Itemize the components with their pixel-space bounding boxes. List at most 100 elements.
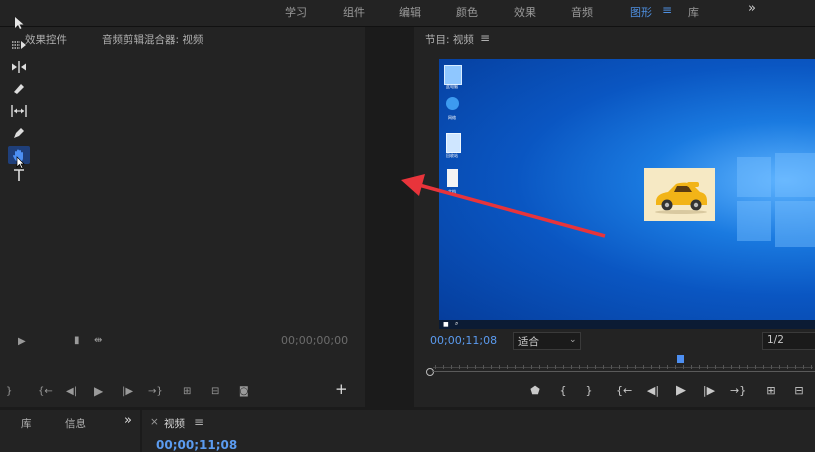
program-title[interactable]: 节目: 视频 <box>425 32 474 47</box>
program-time-ruler[interactable] <box>425 359 815 369</box>
ruler-tick <box>523 365 524 369</box>
tab-effect-controls[interactable]: 效果控件 <box>25 32 67 47</box>
track-select-tool-icon[interactable] <box>8 36 30 54</box>
ruler-tick <box>651 365 652 369</box>
workspace-tab-graphics[interactable]: 图形 <box>630 4 652 20</box>
ripple-edit-tool-icon[interactable] <box>8 58 30 76</box>
car-image[interactable] <box>644 168 715 221</box>
timeline-menu-icon[interactable]: ≡ <box>194 415 204 429</box>
workspace-tab-audio[interactable]: 音频 <box>571 4 593 20</box>
ruler-tick <box>675 365 676 369</box>
workspace-tab-color[interactable]: 颜色 <box>456 4 478 20</box>
go-to-in-icon[interactable]: {← <box>616 384 632 398</box>
ruler-tick <box>443 365 444 369</box>
program-timecode[interactable]: 00;00;11;08 <box>430 334 497 347</box>
ruler-tick <box>643 365 644 369</box>
start-icon[interactable]: ■ <box>443 321 449 328</box>
timeline-sequence-tab[interactable]: 视频 <box>164 416 185 431</box>
fit-dropdown-value: 适合 <box>518 336 539 348</box>
workspace-tab-editing[interactable]: 编辑 <box>399 4 421 20</box>
ruler-tick <box>779 365 780 369</box>
ruler-tick <box>627 365 628 369</box>
workspace-tab-assembly[interactable]: 组件 <box>343 4 365 20</box>
program-menu-icon[interactable]: ≡ <box>480 31 490 45</box>
ruler-tick <box>763 365 764 369</box>
tab-audio-clip-mixer[interactable]: 音频剪辑混合器: 视频 <box>102 32 203 47</box>
network-icon[interactable] <box>446 97 459 110</box>
windows-logo-pane <box>775 153 815 197</box>
source-panel: 效果控件 音频剪辑混合器: 视频 00;00;00;00 ▶ ▮ ⇹ } {← … <box>0 27 365 407</box>
search-icon[interactable]: ⌕ <box>455 320 458 328</box>
panel-more-icon[interactable]: » <box>124 413 132 428</box>
play-icon[interactable]: ▶ <box>94 385 103 397</box>
mark-in-icon[interactable]: { <box>556 384 570 398</box>
step-forward-icon[interactable]: |▶ <box>122 387 133 397</box>
selection-tool-icon[interactable] <box>8 14 30 32</box>
ruler-tick <box>555 365 556 369</box>
ruler-tick <box>787 365 788 369</box>
razor-tool-icon[interactable] <box>8 80 30 98</box>
this-pc-icon[interactable] <box>444 65 462 85</box>
playhead-marker[interactable] <box>677 355 684 363</box>
extract-icon[interactable]: ⊟ <box>792 384 806 398</box>
ruler-tick <box>547 365 548 369</box>
step-back-icon[interactable]: ◀| <box>66 387 77 397</box>
step-back-icon[interactable]: ◀| <box>646 384 660 398</box>
close-icon[interactable]: × <box>150 416 159 428</box>
overwrite-icon[interactable]: ⊟ <box>211 387 219 397</box>
mark-out-icon[interactable]: } <box>582 384 596 398</box>
windows-logo-pane <box>737 201 771 241</box>
workspace-tab-learn[interactable]: 学习 <box>285 4 307 20</box>
workspace-tab-effects[interactable]: 效果 <box>514 4 536 20</box>
export-frame-icon[interactable]: ◙ <box>239 387 249 397</box>
ruler-tick <box>691 365 692 369</box>
mark-out-icon[interactable]: } <box>6 387 12 397</box>
zoom-handle-icon[interactable] <box>426 368 434 376</box>
step-forward-icon[interactable]: |▶ <box>702 384 716 398</box>
slip-tool-icon[interactable] <box>8 102 30 120</box>
ruler-tick <box>483 365 484 369</box>
go-to-in-icon[interactable]: {← <box>38 387 53 397</box>
tab-libraries[interactable]: 库 <box>21 416 32 431</box>
ruler-tick <box>811 365 812 369</box>
ruler-tick <box>795 365 796 369</box>
pen-tool-icon[interactable] <box>8 124 30 142</box>
windows-logo-pane <box>737 157 771 197</box>
fit-dropdown[interactable]: 适合 ⌄ <box>513 332 581 350</box>
add-button-icon[interactable]: + <box>335 382 348 397</box>
desktop-icon-label: 此电脑 <box>446 84 458 89</box>
go-to-out-icon[interactable]: →} <box>148 387 163 397</box>
timeline-timecode[interactable]: 00;00;11;08 <box>156 438 237 452</box>
ruler-tick <box>507 365 508 369</box>
project-panel: 库 信息 » <box>0 410 140 452</box>
source-timecode: 00;00;00;00 <box>281 334 349 347</box>
play-icon[interactable]: ▶ <box>674 384 688 398</box>
ruler-tick <box>459 365 460 369</box>
ruler-line <box>433 367 813 368</box>
tab-info[interactable]: 信息 <box>65 416 86 431</box>
ruler-tick <box>747 365 748 369</box>
ruler-tick <box>571 365 572 369</box>
ruler-tick <box>683 365 684 369</box>
ruler-tick <box>707 365 708 369</box>
add-marker-icon[interactable]: ⬟ <box>528 384 542 398</box>
ruler-tick <box>731 365 732 369</box>
ruler-tick <box>467 365 468 369</box>
ruler-tick <box>771 365 772 369</box>
lift-icon[interactable]: ⊞ <box>764 384 778 398</box>
workspace-tab-libraries[interactable]: 库 <box>688 4 699 20</box>
link-icon: ⇹ <box>94 335 103 346</box>
ruler-tick <box>723 365 724 369</box>
mouse-cursor-icon <box>16 156 25 172</box>
workspace-bar: 学习 组件 编辑 颜色 效果 音频 图形 ≡ 库 » <box>0 0 815 27</box>
insert-icon[interactable]: ⊞ <box>183 387 191 397</box>
workspace-more-icon[interactable]: » <box>748 1 756 16</box>
go-to-out-icon[interactable]: →} <box>730 384 746 398</box>
resolution-dropdown[interactable]: 1/2 <box>762 332 815 350</box>
recycle-bin-icon[interactable] <box>446 133 461 153</box>
ruler-tick <box>531 365 532 369</box>
ruler-tick <box>587 365 588 369</box>
ruler-tick <box>659 365 660 369</box>
workspace-menu-icon[interactable]: ≡ <box>662 3 672 17</box>
scrub-bar[interactable] <box>432 371 815 372</box>
